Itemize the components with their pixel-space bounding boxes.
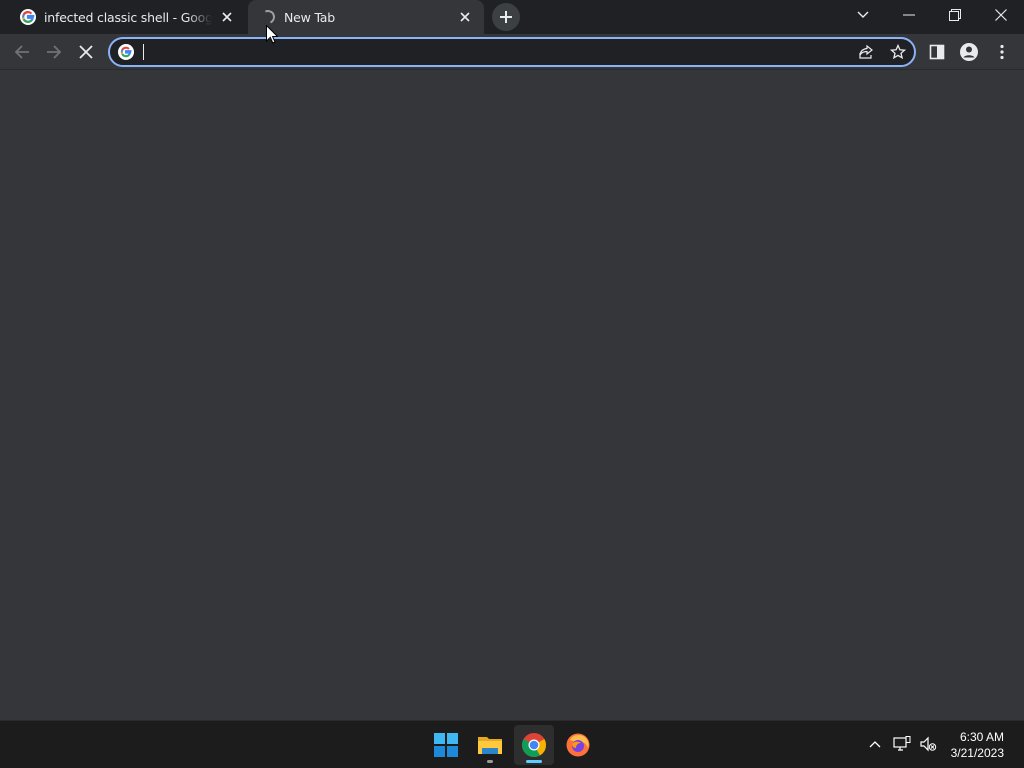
close-icon (79, 45, 93, 59)
network-icon[interactable] (891, 733, 913, 755)
active-indicator (526, 760, 542, 763)
mouse-cursor-icon (266, 24, 279, 48)
file-explorer-icon (478, 737, 502, 754)
profile-button[interactable] (953, 36, 985, 68)
running-indicator (487, 760, 493, 763)
close-tab-icon[interactable] (456, 8, 474, 26)
tab-title: New Tab (284, 9, 335, 25)
restore-icon (949, 9, 961, 21)
text-caret (143, 44, 144, 60)
close-window-button[interactable] (978, 0, 1024, 30)
forward-button[interactable] (38, 36, 70, 68)
chrome-button[interactable] (514, 725, 554, 765)
chrome-icon (521, 733, 546, 758)
side-panel-icon (929, 44, 945, 60)
star-icon[interactable] (886, 41, 910, 63)
clock-time: 6:30 AM (959, 730, 1004, 744)
tab-title: infected classic shell - Google Se (44, 9, 212, 25)
more-vert-icon (1000, 44, 1004, 60)
close-icon (995, 9, 1007, 21)
minimize-button[interactable] (886, 0, 932, 30)
arrow-left-icon (14, 45, 29, 59)
side-panel-button[interactable] (921, 36, 953, 68)
address-bar[interactable] (108, 37, 916, 67)
back-button[interactable] (6, 36, 38, 68)
new-tab-button[interactable] (492, 3, 520, 31)
windows-start-icon (434, 733, 458, 757)
arrow-right-icon (47, 45, 62, 59)
google-g-icon (118, 44, 134, 60)
system-clock[interactable]: 6:30 AM 3/21/2023 (951, 729, 1004, 761)
share-icon[interactable] (854, 41, 878, 63)
volume-muted-icon[interactable] (917, 733, 939, 755)
tab-google-search[interactable]: infected classic shell - Google Se (8, 0, 246, 34)
menu-button[interactable] (986, 36, 1018, 68)
profile-icon (960, 43, 978, 61)
tab-new-tab[interactable]: New Tab (248, 0, 484, 34)
google-g-icon (20, 9, 36, 25)
chevron-up-icon (869, 741, 881, 748)
taskbar: 6:30 AM 3/21/2023 (0, 720, 1024, 768)
chevron-down-icon (857, 11, 869, 18)
firefox-button[interactable] (558, 725, 598, 765)
stop-loading-button[interactable] (70, 36, 102, 68)
tab-strip: infected classic shell - Google Se New T… (0, 0, 1024, 34)
minimize-icon (903, 14, 915, 16)
firefox-icon (566, 733, 590, 757)
loading-spinner-icon (259, 8, 277, 26)
tab-search-button[interactable] (840, 0, 886, 30)
close-tab-icon[interactable] (218, 8, 236, 26)
start-button[interactable] (426, 725, 466, 765)
plus-icon (500, 11, 512, 23)
file-explorer-button[interactable] (470, 725, 510, 765)
page-content (0, 71, 1024, 720)
show-hidden-icons-button[interactable] (864, 733, 886, 755)
clock-date: 3/21/2023 (950, 746, 1004, 760)
browser-toolbar (0, 34, 1024, 70)
restore-button[interactable] (932, 0, 978, 30)
address-input[interactable] (142, 42, 842, 62)
